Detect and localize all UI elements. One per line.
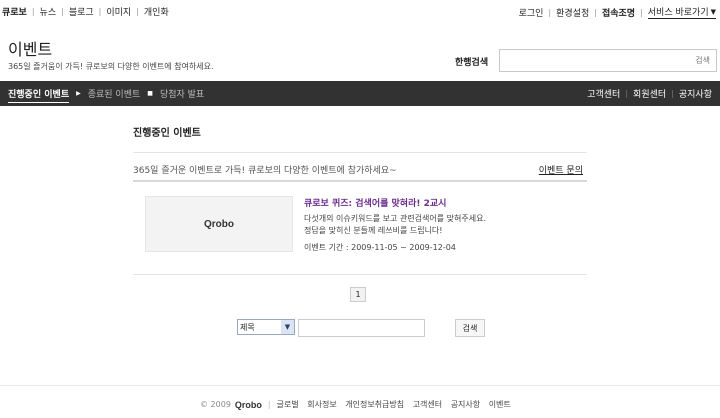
separator: | [61, 7, 64, 16]
event-description: 다섯개의 이슈키워드를 보고 관련검색어를 맞혀주세요. 정답을 맞히신 분들께… [304, 213, 574, 237]
separator: | [98, 7, 102, 16]
settings-link[interactable]: 환경설정 [556, 6, 589, 19]
footer-link-customer-center[interactable]: 고객센터 [413, 400, 442, 409]
bullet-icon: ▶ [76, 90, 81, 97]
footer-links: 글로벌 회사정보 개인정보취급방침 고객센터 공지사항 이벤트 [277, 399, 517, 410]
search-field-value: 제목 [240, 322, 255, 332]
menu-bar: 진행중인 이벤트 ▶ 종료된 이벤트 ■ 당첨자 발표 고객센터 | 회원센터 … [0, 81, 720, 106]
tab-ended-events[interactable]: 종료된 이벤트 [88, 81, 141, 106]
tab-ongoing-events[interactable]: 진행중인 이벤트 [8, 81, 70, 106]
dropdown-arrow-icon: ▼ [281, 320, 294, 334]
tab-winners[interactable]: 당첨자 발표 [160, 81, 204, 106]
event-inquiry-link[interactable]: 이벤트 문의 [539, 163, 583, 176]
service-links: 큐로보 | 뉴스 | 블로그 | 이미지 | 개인화 [2, 5, 169, 18]
footer-link-event[interactable]: 이벤트 [489, 400, 511, 409]
footer-link-notice[interactable]: 공지사항 [451, 400, 480, 409]
separator: | [671, 89, 674, 98]
page-subtitle: 365일 즐거움이 가득! 큐로보의 다양한 이벤트에 참여하세요. [8, 62, 214, 71]
service-shortcut-label: 서비스 바로가기 [647, 8, 709, 18]
footer-link-company[interactable]: 회사정보 [307, 400, 336, 409]
search-label: 한행검색 [455, 58, 489, 68]
lighting-link[interactable]: 접속조명 [602, 6, 635, 19]
notice-link[interactable]: 공지사항 [679, 87, 712, 100]
intro-text: 365일 즐거운 이벤트로 가득! 큐로보의 다양한 이벤트에 참가하세요~ [133, 166, 397, 176]
list-item: Qrobo 큐로보 퀴즈: 검색어를 맞혀라! 2교시 다섯개의 이슈키워드를 … [133, 182, 587, 275]
nav-link-image[interactable]: 이미지 [106, 5, 131, 18]
intro-row: 365일 즐거운 이벤트로 가득! 큐로보의 다양한 이벤트에 참가하세요~ 이… [133, 152, 587, 182]
separator: | [267, 400, 271, 409]
separator: | [640, 7, 643, 17]
event-thumbnail[interactable]: Qrobo [145, 196, 293, 252]
search-button[interactable]: 검색 [455, 319, 485, 337]
nav-link-personalize[interactable]: 개인화 [144, 5, 169, 18]
event-description-line: 다섯개의 이슈키워드를 보고 관련검색어를 맞혀주세요. [304, 214, 486, 223]
nav-link-qrobo[interactable]: 큐로보 [2, 5, 27, 18]
section-title: 진행중인 이벤트 [133, 128, 201, 139]
page-header: 이벤트 365일 즐거움이 가득! 큐로보의 다양한 이벤트에 참여하세요. 한… [0, 22, 720, 80]
separator: | [594, 7, 597, 17]
help-links: 고객센터 | 회원센터 | 공지사항 [587, 81, 712, 106]
footer-logo: Qrobo [234, 399, 262, 410]
separator: | [548, 7, 552, 17]
separator: | [625, 89, 629, 98]
search-input[interactable] [500, 50, 716, 71]
separator: | [136, 7, 139, 16]
footer: © 2009 Qrobo | 글로벌 회사정보 개인정보취급방침 고객센터 공지… [0, 385, 720, 418]
search-query-box [298, 319, 425, 337]
top-nav: 큐로보 | 뉴스 | 블로그 | 이미지 | 개인화 로그인 | 환경설정 | … [0, 0, 720, 22]
footer-link-global[interactable]: 글로벌 [277, 400, 299, 409]
chevron-down-icon: ▼ [710, 7, 716, 16]
event-period: 이벤트 기간 : 2009-11-05 ~ 2009-12-04 [304, 243, 456, 252]
event-tabs: 진행중인 이벤트 ▶ 종료된 이벤트 ■ 당첨자 발표 [8, 81, 204, 106]
copyright: © 2009 [200, 400, 231, 409]
event-description-line: 정답을 맞히신 분들께 레쓰비를 드립니다! [304, 226, 443, 235]
footer-link-privacy[interactable]: 개인정보취급방침 [345, 400, 404, 409]
footer-inner: © 2009 Qrobo | 글로벌 회사정보 개인정보취급방침 고객센터 공지… [200, 399, 517, 410]
customer-center-link[interactable]: 고객센터 [587, 87, 620, 100]
bullet-icon: ■ [147, 90, 153, 97]
member-center-link[interactable]: 회원센터 [633, 87, 666, 100]
event-title-link[interactable]: 큐로보 퀴즈: 검색어를 맞혀라! 2교시 [304, 196, 446, 209]
user-links: 로그인 | 환경설정 | 접속조명 | 서비스 바로가기 ▼ [519, 5, 716, 19]
page-title: 이벤트 [8, 40, 53, 59]
nav-link-blog[interactable]: 블로그 [69, 5, 94, 18]
search-field-select[interactable]: 제목 ▼ [237, 319, 295, 335]
service-shortcut-button[interactable]: 서비스 바로가기 ▼ [647, 5, 716, 19]
search-box [499, 49, 717, 72]
login-link[interactable]: 로그인 [519, 6, 544, 19]
nav-link-news[interactable]: 뉴스 [40, 5, 57, 18]
page-number-button[interactable]: 1 [350, 287, 366, 302]
separator: | [31, 7, 35, 16]
search-query-input[interactable] [299, 320, 424, 336]
